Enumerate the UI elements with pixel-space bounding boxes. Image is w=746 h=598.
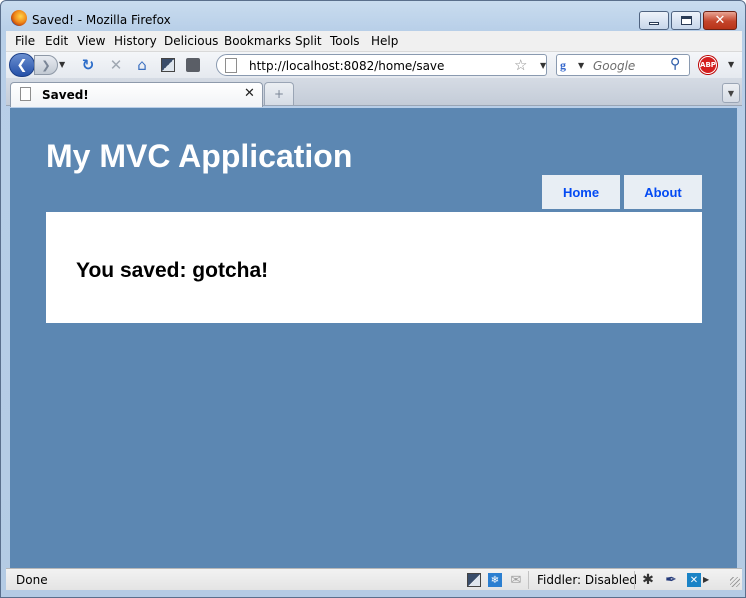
- main-content: You saved: gotcha!: [46, 212, 702, 323]
- tab-page-icon: [20, 87, 31, 101]
- search-bar[interactable]: g ▼ Google ⚲: [556, 54, 690, 76]
- home-icon[interactable]: ⌂: [133, 56, 151, 74]
- tab-bar: Saved! ✕ + ▼: [6, 78, 742, 107]
- clipboard-addon-icon[interactable]: [184, 56, 202, 74]
- adblock-plus-label: ABP: [700, 61, 716, 69]
- close-icon: ✕: [714, 13, 726, 28]
- history-dropdown-icon[interactable]: ▼: [59, 60, 65, 69]
- split-addon-icon[interactable]: [159, 56, 177, 74]
- adblock-dropdown-icon[interactable]: ▼: [728, 60, 734, 69]
- chevron-down-icon: ▼: [727, 88, 735, 98]
- title-bar: Saved! - Mozilla Firefox ✕: [1, 1, 745, 31]
- menu-help[interactable]: Help: [371, 34, 398, 48]
- resize-grip-icon[interactable]: [730, 577, 740, 587]
- reload-icon[interactable]: ↻: [79, 56, 97, 74]
- firebug-icon[interactable]: ✱: [640, 572, 656, 588]
- split-status-icon[interactable]: [466, 572, 482, 588]
- bookmark-star-icon[interactable]: ☆: [514, 56, 527, 74]
- fiddler-status[interactable]: Fiddler: Disabled: [537, 573, 637, 587]
- site-title: My MVC Application: [46, 138, 353, 174]
- maximize-button[interactable]: [671, 11, 701, 30]
- page-heading: You saved: gotcha!: [76, 259, 269, 282]
- search-input[interactable]: Google: [593, 59, 635, 73]
- tab-saved[interactable]: Saved! ✕: [10, 82, 263, 107]
- firefox-logo-icon: [11, 10, 27, 26]
- menu-view[interactable]: View: [77, 34, 105, 48]
- search-engine-dropdown-icon[interactable]: ▼: [578, 61, 584, 70]
- nav-about-link[interactable]: About: [624, 175, 702, 209]
- xmarks-arrow-icon[interactable]: ▶: [703, 575, 709, 584]
- menu-tools[interactable]: Tools: [330, 34, 360, 48]
- url-dropdown-icon[interactable]: ▼: [540, 61, 546, 70]
- browser-window: Saved! - Mozilla Firefox ✕ File Edit Vie…: [0, 0, 746, 598]
- tab-close-icon[interactable]: ✕: [244, 86, 255, 101]
- menu-bar: File Edit View History Delicious Bookmar…: [6, 31, 742, 52]
- close-window-button[interactable]: ✕: [703, 11, 737, 30]
- menu-bookmarks[interactable]: Bookmarks: [224, 34, 291, 48]
- forward-arrow-icon: ❯: [41, 58, 51, 72]
- menu-edit[interactable]: Edit: [45, 34, 68, 48]
- url-bar[interactable]: http://localhost:8082/home/save ☆ ▼: [216, 54, 547, 76]
- menu-history[interactable]: History: [114, 34, 157, 48]
- back-arrow-icon: ❮: [16, 57, 28, 73]
- url-text[interactable]: http://localhost:8082/home/save: [249, 59, 444, 73]
- status-divider: [528, 571, 529, 589]
- navigation-toolbar: ❮ ❯ ▼ ↻ ✕ ⌂ http://localhost:8082/home/s…: [6, 52, 742, 78]
- xmarks-icon[interactable]: ✕: [686, 572, 702, 588]
- new-tab-button[interactable]: +: [264, 82, 294, 105]
- adblock-plus-icon[interactable]: ABP: [699, 56, 717, 74]
- plus-icon: +: [273, 87, 285, 101]
- tab-label: Saved!: [42, 88, 89, 102]
- page-viewport: My MVC Application Home About You saved:…: [10, 108, 737, 568]
- status-divider: [634, 571, 635, 589]
- google-engine-icon[interactable]: g: [560, 58, 576, 72]
- window-title: Saved! - Mozilla Firefox: [32, 13, 171, 27]
- back-button[interactable]: ❮: [9, 53, 35, 77]
- mail-icon[interactable]: ✉: [508, 572, 524, 588]
- network-status-icon[interactable]: ❄: [487, 572, 503, 588]
- maximize-icon: [680, 16, 692, 25]
- stop-icon[interactable]: ✕: [107, 56, 125, 74]
- menu-file[interactable]: File: [15, 34, 35, 48]
- search-icon[interactable]: ⚲: [670, 56, 680, 72]
- minimize-button[interactable]: [639, 11, 669, 30]
- menu-split[interactable]: Split: [295, 34, 322, 48]
- menu-delicious[interactable]: Delicious: [164, 34, 218, 48]
- quill-icon[interactable]: ✒: [663, 572, 679, 588]
- minimize-icon: [649, 22, 659, 25]
- list-all-tabs-button[interactable]: ▼: [722, 83, 740, 103]
- forward-button[interactable]: ❯: [34, 55, 58, 75]
- status-bar: Done ❄ ✉ Fiddler: Disabled ✱ ✒ ✕ ▶: [6, 568, 742, 590]
- page-icon: [225, 58, 237, 73]
- status-text: Done: [16, 573, 48, 587]
- nav-home-link[interactable]: Home: [542, 175, 620, 209]
